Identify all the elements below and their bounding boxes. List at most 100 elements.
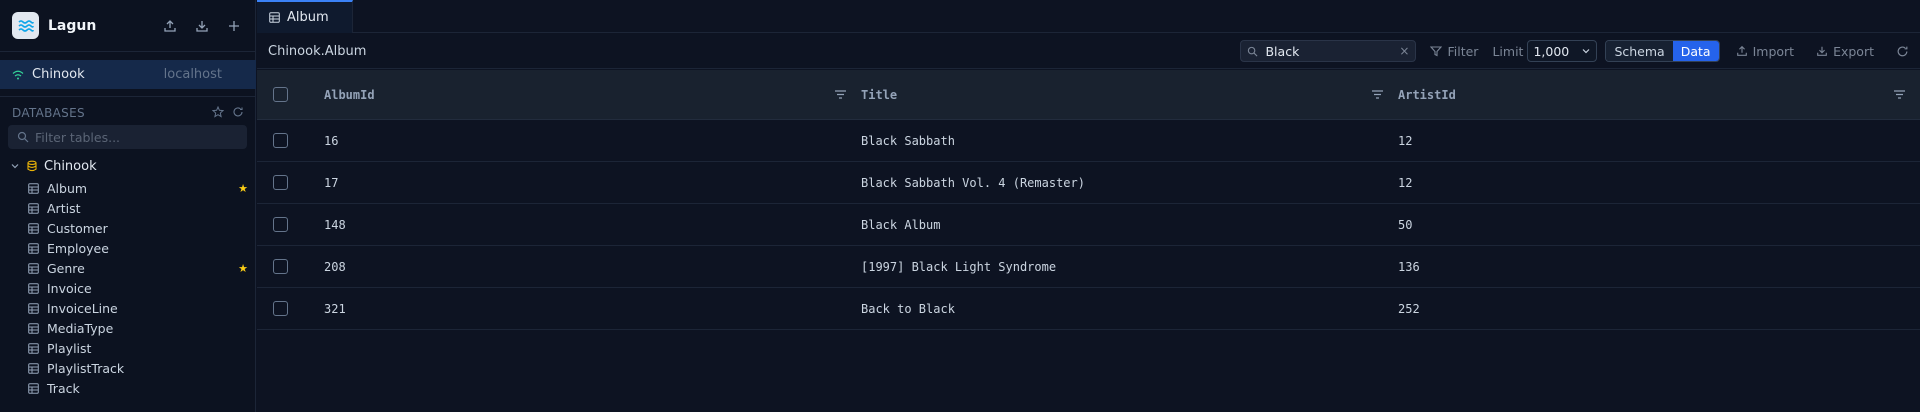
table-item-album[interactable]: Album ★ [28,178,248,198]
table-item-employee[interactable]: Employee [28,238,248,258]
table-row[interactable]: 148 Black Album 50 [257,204,1920,246]
funnel-icon [1430,46,1443,57]
cell-title[interactable]: Back to Black [861,302,1398,316]
table-item-track[interactable]: Track [28,378,248,398]
table-icon [28,362,39,374]
select-all-checkbox[interactable] [273,87,288,102]
table-item-invoice[interactable]: Invoice [28,278,248,298]
table-name: Customer [47,220,108,236]
cell-artistid[interactable]: 50 [1398,218,1920,232]
column-header-albumid[interactable]: AlbumId [324,88,861,102]
import-button[interactable]: Import [1736,43,1795,59]
chevron-down-icon [1583,49,1590,54]
filter-button[interactable]: Filter [1430,44,1478,59]
export-button[interactable]: Export [1816,44,1874,59]
tab-album[interactable]: Album [257,0,353,33]
export-label: Export [1833,43,1874,59]
column-filter-icon[interactable] [1371,89,1384,100]
row-checkbox[interactable] [273,301,288,316]
row-checkbox[interactable] [273,175,288,190]
table-row[interactable]: 321 Back to Black 252 [257,288,1920,330]
column-header-title[interactable]: Title [861,88,1398,102]
table-icon [28,302,39,314]
column-filter-icon[interactable] [1893,89,1906,100]
sidebar-header: Lagun [0,0,255,52]
column-name: AlbumId [324,87,375,102]
tree-database-chinook[interactable]: Chinook [10,157,97,175]
table-icon [28,342,39,354]
cell-artistid[interactable]: 252 [1398,302,1920,316]
schema-button[interactable]: Schema [1606,41,1673,61]
table-icon [28,382,39,394]
row-checkbox[interactable] [273,133,288,148]
table-name: PlaylistTrack [47,360,125,376]
table-row[interactable]: 16 Black Sabbath 12 [257,120,1920,162]
table-icon [28,322,39,334]
sidebar-divider [0,96,256,97]
table-name: Playlist [47,340,92,356]
wifi-icon [12,70,24,79]
row-checkbox[interactable] [273,217,288,232]
table-item-playlisttrack[interactable]: PlaylistTrack [28,358,248,378]
connection-item-chinook[interactable]: Chinook localhost [0,60,256,89]
cell-title[interactable]: Black Album [861,218,1398,232]
column-name: Title [861,87,898,102]
table-row[interactable]: 208 [1997] Black Light Syndrome 136 [257,246,1920,288]
search-input[interactable]: Black × [1240,40,1417,62]
table-item-artist[interactable]: Artist [28,198,248,218]
add-connection-icon[interactable] [225,17,243,35]
table-item-mediatype[interactable]: MediaType [28,318,248,338]
table-name: Artist [47,200,81,216]
star-icon[interactable]: ★ [238,182,248,195]
view-toggle: Schema Data [1605,40,1720,62]
databases-label: DATABASES [12,106,85,120]
clear-search-icon[interactable]: × [1399,44,1409,58]
cell-albumid[interactable]: 16 [324,134,861,148]
table-name: Employee [47,240,109,256]
table-item-playlist[interactable]: Playlist [28,338,248,358]
row-checkbox[interactable] [273,259,288,274]
table-icon [28,242,39,254]
cell-artistid[interactable]: 12 [1398,134,1920,148]
table-item-genre[interactable]: Genre ★ [28,258,248,278]
table-name: Album [47,180,88,196]
table-item-invoiceline[interactable]: InvoiceLine [28,298,248,318]
table-name: MediaType [47,320,114,336]
data-button[interactable]: Data [1672,41,1719,61]
import-label: Import [1752,43,1795,59]
filter-tables-input[interactable]: Filter tables... [8,125,247,149]
table-item-customer[interactable]: Customer [28,218,248,238]
chevron-down-icon[interactable] [10,161,20,171]
column-filter-icon[interactable] [834,89,847,100]
favorites-star-icon[interactable] [211,105,225,122]
table-row[interactable]: 17 Black Sabbath Vol. 4 (Remaster) 12 [257,162,1920,204]
refresh-icon[interactable] [1896,45,1909,58]
table-icon [28,262,39,274]
column-header-artistid[interactable]: ArtistId [1398,88,1920,102]
cell-title[interactable]: [1997] Black Light Syndrome [861,260,1398,274]
cell-albumid[interactable]: 148 [324,218,861,232]
cell-albumid[interactable]: 321 [324,302,861,316]
cell-title[interactable]: Black Sabbath [861,134,1398,148]
table-name: Genre [47,260,85,276]
limit-select[interactable]: 1,000 [1527,40,1598,62]
connection-name: Chinook [32,67,85,82]
limit-value: 1,000 [1533,43,1570,59]
cell-albumid[interactable]: 17 [324,176,861,190]
table-icon [28,182,39,194]
cell-albumid[interactable]: 208 [324,260,861,274]
cell-artistid[interactable]: 136 [1398,260,1920,274]
table-icon [28,282,39,294]
star-icon[interactable]: ★ [238,262,248,275]
upload-icon[interactable] [161,17,179,35]
column-name: ArtistId [1398,87,1456,102]
download-icon[interactable] [193,17,211,35]
refresh-databases-icon[interactable] [232,106,244,122]
toolbar: Chinook.Album Black × Filter Limit 1,000… [257,34,1920,69]
cell-title[interactable]: Black Sabbath Vol. 4 (Remaster) [861,176,1398,190]
download-icon [1817,46,1827,56]
app-title: Lagun [48,17,97,34]
data-grid: AlbumId Title ArtistId 16 Black Sabbath … [257,70,1920,330]
table-name: Track [47,380,80,396]
cell-artistid[interactable]: 12 [1398,176,1920,190]
